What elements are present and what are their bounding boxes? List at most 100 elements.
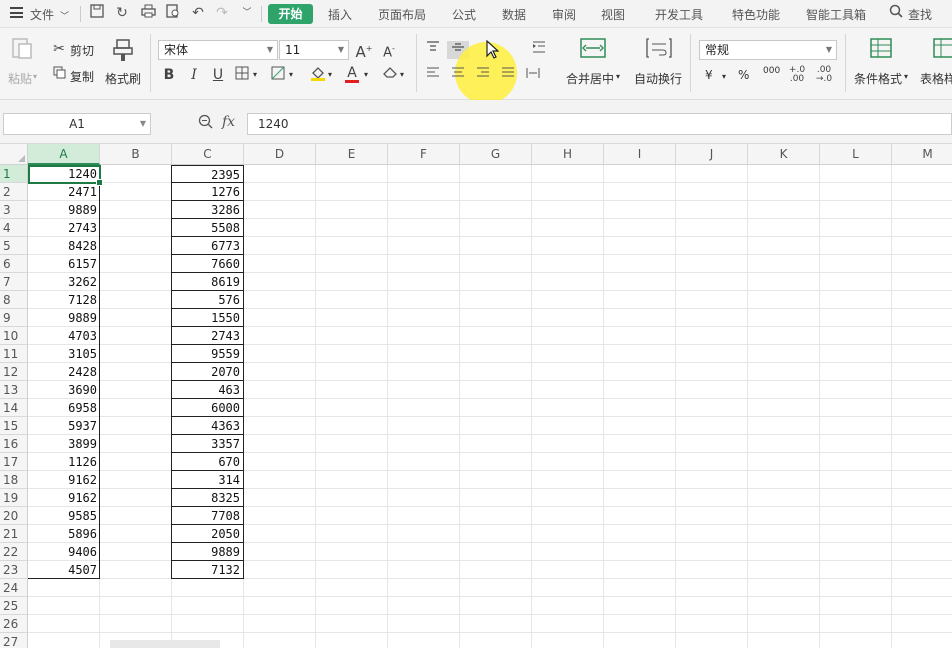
row-header-7[interactable]: 7 (0, 273, 28, 291)
cell-c2[interactable]: 1276 (171, 183, 244, 201)
row-header-15[interactable]: 15 (0, 417, 28, 435)
thousands-button[interactable]: 000 (763, 66, 780, 76)
row-header-18[interactable]: 18 (0, 471, 28, 489)
zoom-formula-icon[interactable] (196, 114, 214, 132)
align-left-icon[interactable] (424, 66, 442, 84)
align-right-icon[interactable] (474, 66, 492, 84)
cell-a12[interactable]: 2428 (28, 363, 100, 381)
cell-c17[interactable]: 670 (171, 453, 244, 471)
tab-insert[interactable]: 插入 (328, 6, 352, 23)
column-header-m[interactable]: M (892, 144, 952, 165)
cell-a8[interactable]: 7128 (28, 291, 100, 309)
underline-button[interactable]: U (209, 66, 227, 84)
row-header-22[interactable]: 22 (0, 543, 28, 561)
scissors-icon[interactable]: ✂ (50, 40, 68, 58)
cell-a17[interactable]: 1126 (28, 453, 100, 471)
cell-c18[interactable]: 314 (171, 471, 244, 489)
column-header-j[interactable]: J (676, 144, 748, 165)
percent-button[interactable]: % (738, 68, 749, 82)
row-header-26[interactable]: 26 (0, 615, 28, 633)
row-header-23[interactable]: 23 (0, 561, 28, 579)
row-header-9[interactable]: 9 (0, 309, 28, 327)
name-box[interactable]: A1 ▼ (3, 113, 151, 135)
cell-a19[interactable]: 9162 (28, 489, 100, 507)
spreadsheet-grid[interactable]: A B C D E F G H I J K L M 1 2 3 4 5 6 7 8 9 10 11 12 13 14 15 16 17 18… (0, 144, 952, 648)
column-header-b[interactable]: B (100, 144, 172, 165)
cell-c5[interactable]: 6773 (171, 237, 244, 255)
cell-a11[interactable]: 3105 (28, 345, 100, 363)
clear-chevron-icon[interactable]: ▾ (400, 70, 404, 79)
row-header-2[interactable]: 2 (0, 183, 28, 201)
fill-style-chevron-icon[interactable]: ▾ (289, 70, 293, 79)
cell-c12[interactable]: 2070 (171, 363, 244, 381)
row-header-4[interactable]: 4 (0, 219, 28, 237)
cell-a5[interactable]: 8428 (28, 237, 100, 255)
column-header-h[interactable]: H (532, 144, 604, 165)
merge-center-button[interactable]: 合并居中 (566, 70, 614, 87)
cell-a21[interactable]: 5896 (28, 525, 100, 543)
border-chevron-icon[interactable]: ▾ (253, 70, 257, 79)
fx-icon[interactable]: fx (222, 114, 235, 130)
cell-c22[interactable]: 9889 (171, 543, 244, 561)
fill-style-icon[interactable] (269, 66, 287, 84)
distributed-icon[interactable] (524, 66, 542, 84)
row-header-20[interactable]: 20 (0, 507, 28, 525)
cell-a2[interactable]: 2471 (28, 183, 100, 201)
menu-icon[interactable] (10, 7, 23, 18)
print-preview-icon[interactable] (164, 4, 182, 22)
paste-chevron-icon[interactable]: ▾ (33, 72, 37, 81)
row-header-25[interactable]: 25 (0, 597, 28, 615)
copy-button[interactable]: 复制 (70, 68, 94, 85)
cell-c16[interactable]: 3357 (171, 435, 244, 453)
cell-c6[interactable]: 7660 (171, 255, 244, 273)
column-header-e[interactable]: E (316, 144, 388, 165)
tab-formulas[interactable]: 公式 (452, 6, 476, 23)
tab-view[interactable]: 视图 (601, 6, 625, 23)
align-middle-icon[interactable] (449, 40, 467, 58)
cell-a18[interactable]: 9162 (28, 471, 100, 489)
cell-c23[interactable]: 7132 (171, 561, 244, 579)
column-header-f[interactable]: F (388, 144, 460, 165)
tab-developer[interactable]: 开发工具 (655, 6, 703, 23)
tab-features[interactable]: 特色功能 (732, 6, 780, 23)
conditional-format-button[interactable]: 条件格式 (854, 70, 902, 87)
row-header-1[interactable]: 1 (0, 165, 28, 183)
format-painter-icon[interactable] (112, 38, 138, 61)
font-name-select[interactable]: 宋体 ▼ (158, 40, 278, 60)
column-header-d[interactable]: D (244, 144, 316, 165)
fill-color-chevron-icon[interactable]: ▾ (328, 70, 332, 79)
eraser-icon[interactable] (381, 66, 399, 84)
cell-c10[interactable]: 2743 (171, 327, 244, 345)
row-header-6[interactable]: 6 (0, 255, 28, 273)
currency-button[interactable]: ¥ (705, 68, 713, 82)
indent-icon[interactable] (530, 40, 548, 58)
tab-home[interactable]: 开始 (268, 4, 313, 24)
cell-a23[interactable]: 4507 (28, 561, 100, 579)
row-header-16[interactable]: 16 (0, 435, 28, 453)
wrap-text-icon[interactable] (646, 38, 672, 60)
row-header-8[interactable]: 8 (0, 291, 28, 309)
cell-a20[interactable]: 9585 (28, 507, 100, 525)
font-color-chevron-icon[interactable]: ▾ (364, 70, 368, 79)
select-all-corner[interactable] (0, 144, 28, 165)
font-color-button[interactable]: A (343, 64, 361, 83)
cell-c15[interactable]: 4363 (171, 417, 244, 435)
row-header-21[interactable]: 21 (0, 525, 28, 543)
merge-center-icon[interactable] (580, 38, 606, 60)
row-header-14[interactable]: 14 (0, 399, 28, 417)
cell-c21[interactable]: 2050 (171, 525, 244, 543)
row-header-13[interactable]: 13 (0, 381, 28, 399)
row-header-11[interactable]: 11 (0, 345, 28, 363)
cell-a14[interactable]: 6958 (28, 399, 100, 417)
decrease-font-icon[interactable]: A- (380, 40, 398, 60)
cell-a6[interactable]: 6157 (28, 255, 100, 273)
justify-icon[interactable] (499, 66, 517, 84)
table-style-button[interactable]: 表格样 (920, 70, 952, 87)
cell-a16[interactable]: 3899 (28, 435, 100, 453)
row-header-27[interactable]: 27 (0, 633, 28, 648)
fill-color-icon[interactable] (309, 65, 327, 83)
cell-c1[interactable]: 2395 (171, 165, 244, 183)
tab-page-layout[interactable]: 页面布局 (378, 6, 426, 23)
cell-a15[interactable]: 5937 (28, 417, 100, 435)
cell-c20[interactable]: 7708 (171, 507, 244, 525)
